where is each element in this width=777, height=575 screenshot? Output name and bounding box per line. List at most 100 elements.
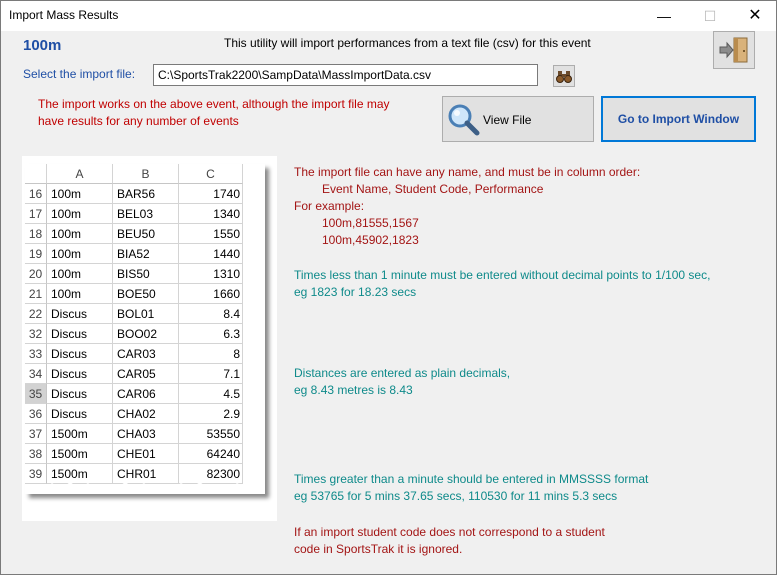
event-cell: 100m bbox=[47, 264, 113, 284]
spreadsheet-header: A B C bbox=[25, 164, 265, 184]
table-row: 18 100m BEU50 1550 bbox=[25, 224, 265, 244]
title-bar[interactable]: Import Mass Results — ☐ ✕ bbox=[1, 1, 776, 31]
format-columns: Event Name, Student Code, Performance bbox=[322, 182, 544, 196]
row-number: 38 bbox=[25, 444, 47, 464]
row-number: 21 bbox=[25, 284, 47, 304]
maximize-icon[interactable]: ☐ bbox=[687, 1, 733, 31]
event-cell: 100m bbox=[47, 244, 113, 264]
performance-cell: 1310 bbox=[179, 264, 243, 284]
corner-cell bbox=[25, 164, 47, 184]
student-code-cell: BEU50 bbox=[113, 224, 179, 244]
student-code-cell: BAR56 bbox=[113, 184, 179, 204]
row-number: 32 bbox=[25, 324, 47, 344]
column-header: C bbox=[179, 164, 243, 184]
table-row: 35 Discus CAR06 4.5 bbox=[25, 384, 265, 404]
table-row: 34 Discus CAR05 7.1 bbox=[25, 364, 265, 384]
performance-cell: 4.5 bbox=[179, 384, 243, 404]
format-intro: The import file can have any name, and m… bbox=[294, 165, 641, 179]
window-title: Import Mass Results bbox=[9, 8, 119, 22]
event-cell: 100m bbox=[47, 284, 113, 304]
performance-cell: 1660 bbox=[179, 284, 243, 304]
row-number: 37 bbox=[25, 424, 47, 444]
distances-example: eg 8.43 metres is 8.43 bbox=[294, 383, 413, 397]
student-code-cell: CHA03 bbox=[113, 424, 179, 444]
performance-cell: 64240 bbox=[179, 444, 243, 464]
event-cell: Discus bbox=[47, 344, 113, 364]
table-row: 33 Discus CAR03 8 bbox=[25, 344, 265, 364]
row-number: 36 bbox=[25, 404, 47, 424]
times-over-minute-example: eg 53765 for 5 mins 37.65 secs, 110530 f… bbox=[294, 489, 618, 503]
row-number: 19 bbox=[25, 244, 47, 264]
row-number: 17 bbox=[25, 204, 47, 224]
student-code-cell: BOO02 bbox=[113, 324, 179, 344]
browse-button[interactable] bbox=[553, 65, 575, 87]
view-file-button[interactable]: View File bbox=[442, 96, 594, 142]
table-row: 19 100m BIA52 1440 bbox=[25, 244, 265, 264]
distances-rule: Distances are entered as plain decimals, bbox=[294, 366, 511, 380]
event-cell: 100m bbox=[47, 184, 113, 204]
table-row: 21 100m BOE50 1660 bbox=[25, 284, 265, 304]
view-file-label: View File bbox=[483, 113, 532, 127]
times-under-minute-rule: Times less than 1 minute must be entered… bbox=[294, 268, 711, 282]
row-number: 18 bbox=[25, 224, 47, 244]
go-to-import-window-button[interactable]: Go to Import Window bbox=[601, 96, 756, 142]
student-code-cell: CHE01 bbox=[113, 444, 179, 464]
utility-description: This utility will import performances fr… bbox=[224, 36, 591, 50]
select-file-label: Select the import file: bbox=[23, 67, 136, 81]
table-row: 37 1500m CHA03 53550 bbox=[25, 424, 265, 444]
event-cell: 1500m bbox=[47, 424, 113, 444]
magnifier-icon bbox=[448, 104, 480, 136]
row-number: 35 bbox=[25, 384, 47, 404]
table-row: 36 Discus CHA02 2.9 bbox=[25, 404, 265, 424]
close-icon[interactable]: ✕ bbox=[732, 1, 777, 31]
student-code-cell: CHA02 bbox=[113, 404, 179, 424]
event-cell: Discus bbox=[47, 404, 113, 424]
times-over-minute-rule: Times greater than a minute should be en… bbox=[294, 472, 649, 486]
event-name: 100m bbox=[23, 37, 62, 54]
table-row: 16 100m BAR56 1740 bbox=[25, 184, 265, 204]
row-number: 20 bbox=[25, 264, 47, 284]
performance-cell: 1550 bbox=[179, 224, 243, 244]
student-code-cell: CAR05 bbox=[113, 364, 179, 384]
import-mass-results-window: Import Mass Results — ☐ ✕ 100m This util… bbox=[0, 0, 777, 575]
table-row: 20 100m BIS50 1310 bbox=[25, 264, 265, 284]
import-file-path-input[interactable] bbox=[153, 64, 538, 86]
performance-cell: 6.3 bbox=[179, 324, 243, 344]
event-cell: Discus bbox=[47, 324, 113, 344]
event-cell: Discus bbox=[47, 364, 113, 384]
performance-cell: 53550 bbox=[179, 424, 243, 444]
exit-door-icon bbox=[719, 37, 748, 63]
performance-cell: 8 bbox=[179, 344, 243, 364]
row-number: 16 bbox=[25, 184, 47, 204]
table-row: 17 100m BEL03 1340 bbox=[25, 204, 265, 224]
table-row: 22 Discus BOL01 8.4 bbox=[25, 304, 265, 324]
binoculars-icon bbox=[556, 71, 572, 83]
event-cell: 1500m bbox=[47, 444, 113, 464]
performance-cell: 2.9 bbox=[179, 404, 243, 424]
event-cell: 100m bbox=[47, 204, 113, 224]
performance-cell: 8.4 bbox=[179, 304, 243, 324]
example-label: For example: bbox=[294, 199, 365, 213]
example-line-2: 100m,45902,1823 bbox=[322, 233, 419, 247]
column-header: B bbox=[113, 164, 179, 184]
student-code-cell: BIS50 bbox=[113, 264, 179, 284]
event-cell: 100m bbox=[47, 224, 113, 244]
row-number: 22 bbox=[25, 304, 47, 324]
student-code-cell: BOL01 bbox=[113, 304, 179, 324]
ignored-code-note-2: code in SportsTrak it is ignored. bbox=[294, 542, 463, 556]
exit-button[interactable] bbox=[713, 31, 755, 69]
performance-cell: 1440 bbox=[179, 244, 243, 264]
row-number: 34 bbox=[25, 364, 47, 384]
event-cell: Discus bbox=[47, 384, 113, 404]
student-code-cell: BEL03 bbox=[113, 204, 179, 224]
event-cell: Discus bbox=[47, 304, 113, 324]
table-row: 38 1500m CHE01 64240 bbox=[25, 444, 265, 464]
performance-cell: 1740 bbox=[179, 184, 243, 204]
student-code-cell: BOE50 bbox=[113, 284, 179, 304]
row-number: 33 bbox=[25, 344, 47, 364]
performance-cell: 7.1 bbox=[179, 364, 243, 384]
column-header: A bbox=[47, 164, 113, 184]
student-code-cell: CAR06 bbox=[113, 384, 179, 404]
minimize-icon[interactable]: — bbox=[641, 1, 687, 31]
times-under-minute-example: eg 1823 for 18.23 secs bbox=[294, 285, 417, 299]
